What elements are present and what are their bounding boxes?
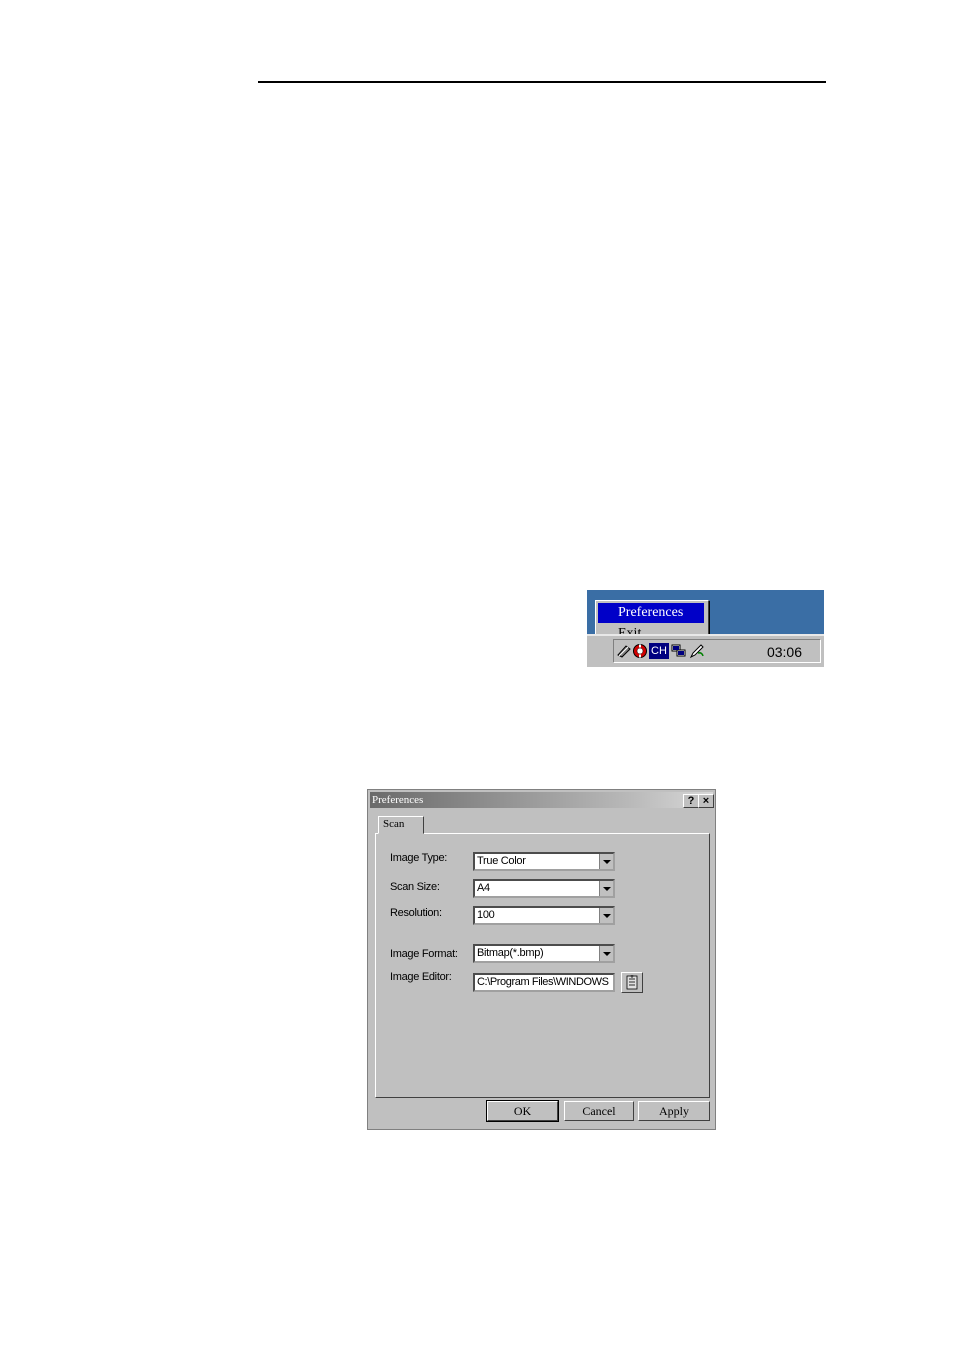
network-icon[interactable] xyxy=(671,643,687,659)
chevron-down-icon[interactable] xyxy=(599,854,613,869)
taskbar: CH 03:06 xyxy=(587,634,824,667)
chevron-down-icon[interactable] xyxy=(599,946,613,961)
resolution-value: 100 xyxy=(477,909,495,921)
folder-browse-icon xyxy=(626,975,638,990)
image-format-label: Image Format: xyxy=(390,948,458,960)
image-type-label: Image Type: xyxy=(390,852,448,864)
browse-button[interactable] xyxy=(621,972,643,993)
cancel-button[interactable]: Cancel xyxy=(564,1101,634,1121)
dialog-title: Preferences xyxy=(372,794,424,806)
tray-clock: 03:06 xyxy=(766,644,802,660)
scan-size-select[interactable]: A4 xyxy=(473,879,615,898)
system-tray: CH 03:06 xyxy=(613,639,821,663)
scan-size-value: A4 xyxy=(477,882,490,894)
preferences-dialog: Preferences ? × Scan Image Type: True Co… xyxy=(367,789,716,1130)
resolution-select[interactable]: 100 xyxy=(473,906,615,925)
tab-scan[interactable]: Scan xyxy=(378,816,424,834)
menu-item-preferences[interactable]: Preferences xyxy=(598,603,704,623)
image-format-select[interactable]: Bitmap(*.bmp) xyxy=(473,944,615,963)
ch-input-icon[interactable]: CH xyxy=(649,643,669,659)
image-type-value: True Color xyxy=(477,855,526,867)
resolution-label: Resolution: xyxy=(390,907,442,919)
image-editor-path-field[interactable]: C:\Program Files\WINDOWS xyxy=(473,973,615,992)
help-button[interactable]: ? xyxy=(683,794,699,808)
apply-button[interactable]: Apply xyxy=(638,1101,710,1121)
tray-screenshot: Preferences Exit CH xyxy=(587,590,824,667)
lifebuoy-icon[interactable] xyxy=(632,643,648,659)
image-editor-label: Image Editor: xyxy=(390,971,452,983)
image-format-value: Bitmap(*.bmp) xyxy=(477,947,544,959)
scanner-icon[interactable] xyxy=(616,643,632,659)
header-rule xyxy=(258,81,826,83)
image-type-select[interactable]: True Color xyxy=(473,852,615,871)
tab-panel-scan xyxy=(375,833,710,1098)
dialog-titlebar: Preferences ? × xyxy=(370,792,714,808)
ok-button[interactable]: OK xyxy=(486,1100,559,1122)
chevron-down-icon[interactable] xyxy=(599,908,613,923)
chevron-down-icon[interactable] xyxy=(599,881,613,896)
close-button[interactable]: × xyxy=(698,794,714,808)
pen-icon[interactable] xyxy=(689,643,705,659)
scan-size-label: Scan Size: xyxy=(390,881,440,893)
